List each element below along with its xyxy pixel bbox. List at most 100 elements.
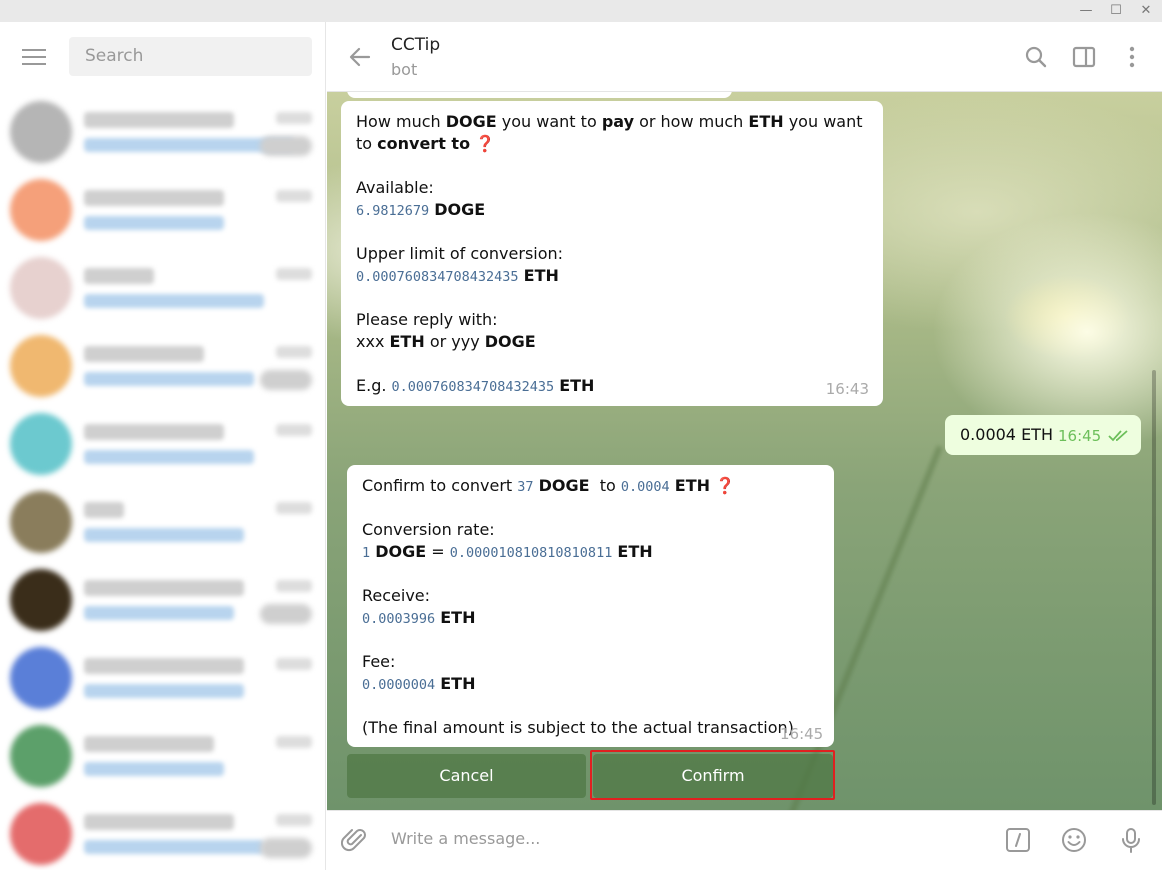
- chat-time-blurred: [276, 658, 312, 670]
- limit-label: Upper limit of conversion:: [356, 244, 564, 263]
- avatar: [10, 413, 72, 475]
- limit-value: 0.000760834708432435 ETH: [356, 266, 559, 285]
- fee-value: 0.0000004 ETH: [362, 674, 476, 693]
- outgoing-message: 0.0004 ETH 16:45: [945, 415, 1141, 455]
- chat-preview-blurred: [84, 762, 224, 776]
- more-options-icon[interactable]: [1119, 44, 1145, 70]
- chat-time-blurred: [276, 112, 312, 124]
- previous-message-edge: [347, 92, 732, 98]
- chat-name-blurred: [84, 268, 154, 284]
- chat-list-item[interactable]: [0, 559, 325, 637]
- chat-list-item[interactable]: [0, 481, 325, 559]
- chat-scrollbar[interactable]: [1152, 370, 1156, 805]
- available-label: Available:: [356, 178, 434, 197]
- chat-name-blurred: [84, 502, 124, 518]
- chat-time-blurred: [276, 502, 312, 514]
- reply-format: xxx ETH or yyy DOGE: [356, 332, 536, 351]
- chat-preview-blurred: [84, 840, 264, 854]
- chat-list-item[interactable]: [0, 637, 325, 715]
- unread-badge: [260, 136, 312, 156]
- chat-title[interactable]: CCTip: [391, 35, 440, 55]
- chat-list-item[interactable]: [0, 247, 325, 325]
- unread-badge: [260, 604, 312, 624]
- chat-preview-blurred: [84, 372, 254, 386]
- fee-label: Fee:: [362, 652, 396, 671]
- message-line: Confirm to convert 37 DOGE to 0.0004 ETH…: [362, 476, 736, 495]
- chat-preview-blurred: [84, 606, 234, 620]
- chat-list-sidebar: Search: [0, 22, 326, 870]
- avatar: [10, 725, 72, 787]
- close-button[interactable]: ✕: [1134, 0, 1158, 22]
- chat-name-blurred: [84, 424, 224, 440]
- back-arrow-icon[interactable]: [345, 42, 375, 72]
- avatar: [10, 335, 72, 397]
- chat-list-item[interactable]: [0, 169, 325, 247]
- microphone-icon[interactable]: [1117, 826, 1145, 854]
- chat-preview-blurred: [84, 684, 244, 698]
- search-input[interactable]: Search: [69, 37, 312, 76]
- outgoing-text: 0.0004 ETH: [960, 425, 1053, 444]
- note-line: (The final amount is subject to the actu…: [362, 718, 794, 737]
- receive-label: Receive:: [362, 586, 431, 605]
- avatar: [10, 257, 72, 319]
- maximize-button[interactable]: ☐: [1104, 0, 1128, 22]
- chat-name-blurred: [84, 190, 224, 206]
- message-line: to convert to ❓: [356, 134, 496, 153]
- menu-icon[interactable]: [22, 49, 46, 67]
- bot-message-conversion-prompt: How much DOGE you want to pay or how muc…: [341, 101, 883, 406]
- rate-value: 1 DOGE = 0.000010810810810811 ETH: [362, 542, 653, 561]
- chat-preview-blurred: [84, 294, 264, 308]
- chat-time-blurred: [276, 580, 312, 592]
- chat-preview-blurred: [84, 450, 254, 464]
- paperclip-icon[interactable]: [341, 826, 369, 854]
- unread-badge: [260, 370, 312, 390]
- chat-list-item[interactable]: [0, 325, 325, 403]
- avatar: [10, 491, 72, 553]
- double-check-icon: [1108, 430, 1128, 442]
- window-titlebar: — ☐ ✕: [0, 0, 1162, 22]
- avatar: [10, 569, 72, 631]
- receive-value: 0.0003996 ETH: [362, 608, 476, 627]
- chat-time-blurred: [276, 190, 312, 202]
- emoji-icon[interactable]: [1060, 826, 1088, 854]
- sidebar-toggle-icon[interactable]: [1071, 44, 1097, 70]
- message-line: How much DOGE you want to pay or how muc…: [356, 112, 863, 131]
- chat-list-item[interactable]: [0, 403, 325, 481]
- available-value: 6.9812679 DOGE: [356, 200, 486, 219]
- chat-list-item[interactable]: [0, 715, 325, 793]
- chat-name-blurred: [84, 814, 234, 830]
- chat-time-blurred: [276, 268, 312, 280]
- cancel-button[interactable]: Cancel: [347, 754, 586, 798]
- search-icon[interactable]: [1023, 44, 1049, 70]
- chat-list-item[interactable]: [0, 91, 325, 169]
- message-time: 16:45: [780, 725, 824, 743]
- chat-messages-area: How much DOGE you want to pay or how muc…: [327, 92, 1162, 810]
- rate-label: Conversion rate:: [362, 520, 495, 539]
- chat-time-blurred: [276, 814, 312, 826]
- chat-preview-blurred: [84, 216, 224, 230]
- chat-time-blurred: [276, 424, 312, 436]
- chat-time-blurred: [276, 346, 312, 358]
- avatar: [10, 647, 72, 709]
- message-time: 16:43: [825, 380, 869, 398]
- chat-name-blurred: [84, 736, 214, 752]
- confirm-highlight-box: [590, 750, 835, 800]
- message-input[interactable]: Write a message...: [391, 829, 540, 848]
- reply-label: Please reply with:: [356, 310, 498, 329]
- chat-list-item[interactable]: [0, 793, 325, 870]
- example-line: E.g. 0.000760834708432435 ETH: [356, 376, 595, 395]
- chat-name-blurred: [84, 346, 204, 362]
- bot-command-icon[interactable]: [1004, 826, 1032, 854]
- message-time: 16:45: [1058, 427, 1102, 445]
- avatar: [10, 101, 72, 163]
- message-composer: Write a message...: [327, 810, 1162, 870]
- bot-message-confirmation: Confirm to convert 37 DOGE to 0.0004 ETH…: [347, 465, 834, 747]
- chat-time-blurred: [276, 736, 312, 748]
- chat-name-blurred: [84, 580, 244, 596]
- minimize-button[interactable]: —: [1074, 0, 1098, 22]
- chat-name-blurred: [84, 112, 234, 128]
- chat-preview-blurred: [84, 528, 244, 542]
- chat-name-blurred: [84, 658, 244, 674]
- unread-badge: [260, 838, 312, 858]
- avatar: [10, 803, 72, 865]
